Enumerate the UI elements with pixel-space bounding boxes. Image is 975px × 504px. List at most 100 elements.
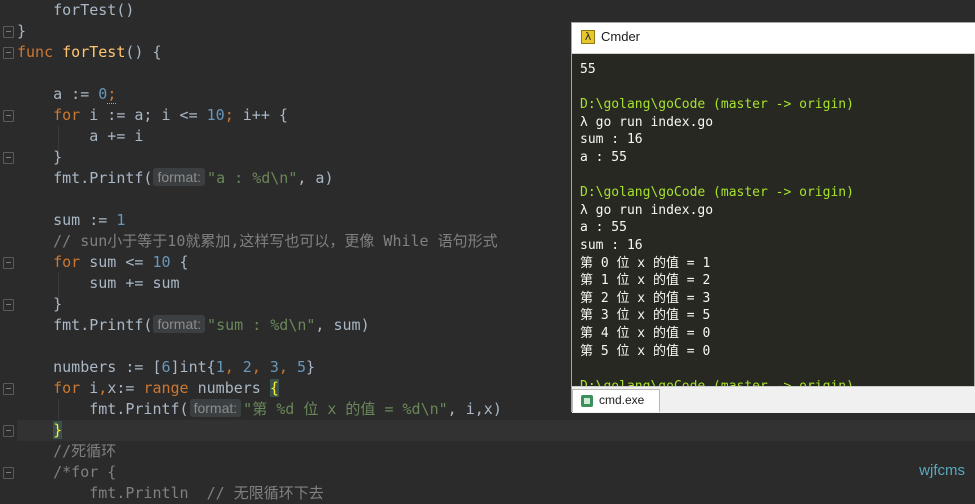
comma: , [98,379,107,397]
code-text: () { [125,43,161,61]
terminal-line [580,360,970,378]
function-name: forTest [62,43,125,61]
fold-marker[interactable] [3,425,14,437]
terminal-line: 55 [580,61,970,79]
code-line: func forTest() { [17,42,162,63]
code-text: x:= [107,379,143,397]
number: 10 [207,106,225,124]
code-line: sum := 1 [17,210,125,231]
code-text: sum <= [80,253,152,271]
code-line: } [17,147,62,168]
fn-call: fmt.Printf( [53,316,152,334]
terminal-line: a : 55 [580,149,970,167]
code-line: for i := a; i <= 10; i++ { [17,105,288,126]
fn-call: fmt.Printf( [89,400,188,418]
terminal-command: λ go run index.go [580,202,970,220]
terminal-line: 第 0 位 x 的值 = 1 [580,255,970,273]
fold-marker[interactable] [3,26,14,38]
code-line: fmt.Printf(format:"a : %d\n", a) [17,168,333,189]
code-line: forTest() [17,0,134,21]
watermark: wjfcms [919,462,965,479]
code-line: //死循环 [17,441,116,462]
keyword: for [53,106,80,124]
parameter-hint: format: [153,315,205,333]
matched-brace: { [270,379,279,397]
code-line: } [17,294,62,315]
fold-marker[interactable] [3,299,14,311]
number: 1 [216,358,225,376]
window-title: Cmder [601,29,640,44]
terminal-line: 第 3 位 x 的值 = 5 [580,307,970,325]
brace: } [53,295,62,313]
string: "sum : %d\n" [207,316,315,334]
code-line: a := 0; [17,84,116,105]
fold-marker[interactable] [3,383,14,395]
cmder-tab-bar: cmd.exe [572,386,975,413]
code-line-current: } [17,420,975,441]
lambda-icon: λ [581,30,595,44]
fn-call: fmt.Printf( [53,169,152,187]
fold-marker[interactable] [3,110,14,122]
code-text: i [80,379,98,397]
comma: , [252,358,270,376]
terminal-line: 第 2 位 x 的值 = 3 [580,290,970,308]
code-line: } [17,21,26,42]
code-line: a += i [17,126,143,147]
terminal-output[interactable]: 55 D:\golang\goCode (master -> origin) λ… [580,61,970,413]
comment: // sun小于等于10就累加,这样写也可以，更像 While 语句形式 [53,232,498,250]
code-text: sum += sum [89,274,179,292]
terminal-line [580,79,970,97]
semicolon: ; [225,106,234,124]
code-text: a += i [89,127,143,145]
number: 1 [116,211,125,229]
terminal-command: λ go run index.go [580,114,970,132]
tab-cmd-exe[interactable]: cmd.exe [572,389,660,412]
number: 3 [270,358,279,376]
code-line: // sun小于等于10就累加,这样写也可以，更像 While 语句形式 [17,231,498,252]
code-text: i := a; i <= [80,106,206,124]
code-text: } [306,358,315,376]
number: 2 [243,358,252,376]
tab-label: cmd.exe [599,393,644,407]
cmder-title-bar[interactable]: λ Cmder [572,23,975,54]
fold-marker[interactable] [3,47,14,59]
fold-marker[interactable] [3,467,14,479]
code-text: i++ { [234,106,288,124]
comma: , [225,358,243,376]
code-text: numbers [189,379,270,397]
fold-marker[interactable] [3,257,14,269]
code-text: , a) [297,169,333,187]
code-text: sum := [53,211,116,229]
code-line: for i,x:= range numbers { [17,378,279,399]
number: 6 [162,358,171,376]
number: 10 [152,253,170,271]
code-text: ]int{ [171,358,216,376]
terminal-line: a : 55 [580,219,970,237]
code-line: fmt.Printf(format:"第 %d 位 x 的值 = %d\n", … [17,399,502,420]
editor-gutter [0,0,16,491]
terminal-prompt-path: D:\golang\goCode (master -> origin) [580,184,970,202]
terminal-line [580,167,970,185]
code-line: fmt.Printf(format:"sum : %d\n", sum) [17,315,370,336]
code-text: numbers := [ [53,358,161,376]
terminal-line: sum : 16 [580,237,970,255]
keyword: for [53,379,80,397]
terminal-prompt-path: D:\golang\goCode (master -> origin) [580,96,970,114]
comment: fmt.Println // 无限循环下去 [53,484,324,502]
terminal-line: 第 1 位 x 的值 = 2 [580,272,970,290]
code-text: a := [53,85,98,103]
parameter-hint: format: [190,399,242,417]
semicolon-warning: ; [107,85,116,104]
terminal-line: 第 5 位 x 的值 = 0 [580,343,970,361]
cmder-window[interactable]: λ Cmder 55 D:\golang\goCode (master -> o… [571,22,975,412]
code-line: /*for { [17,462,116,483]
code-text: , i,x) [448,400,502,418]
parameter-hint: format: [153,168,205,186]
number: 0 [98,85,107,103]
matched-brace: } [53,421,62,439]
fold-marker[interactable] [3,152,14,164]
string: "a : %d\n" [207,169,297,187]
code-text: { [171,253,189,271]
number: 5 [297,358,306,376]
comma: , [279,358,297,376]
